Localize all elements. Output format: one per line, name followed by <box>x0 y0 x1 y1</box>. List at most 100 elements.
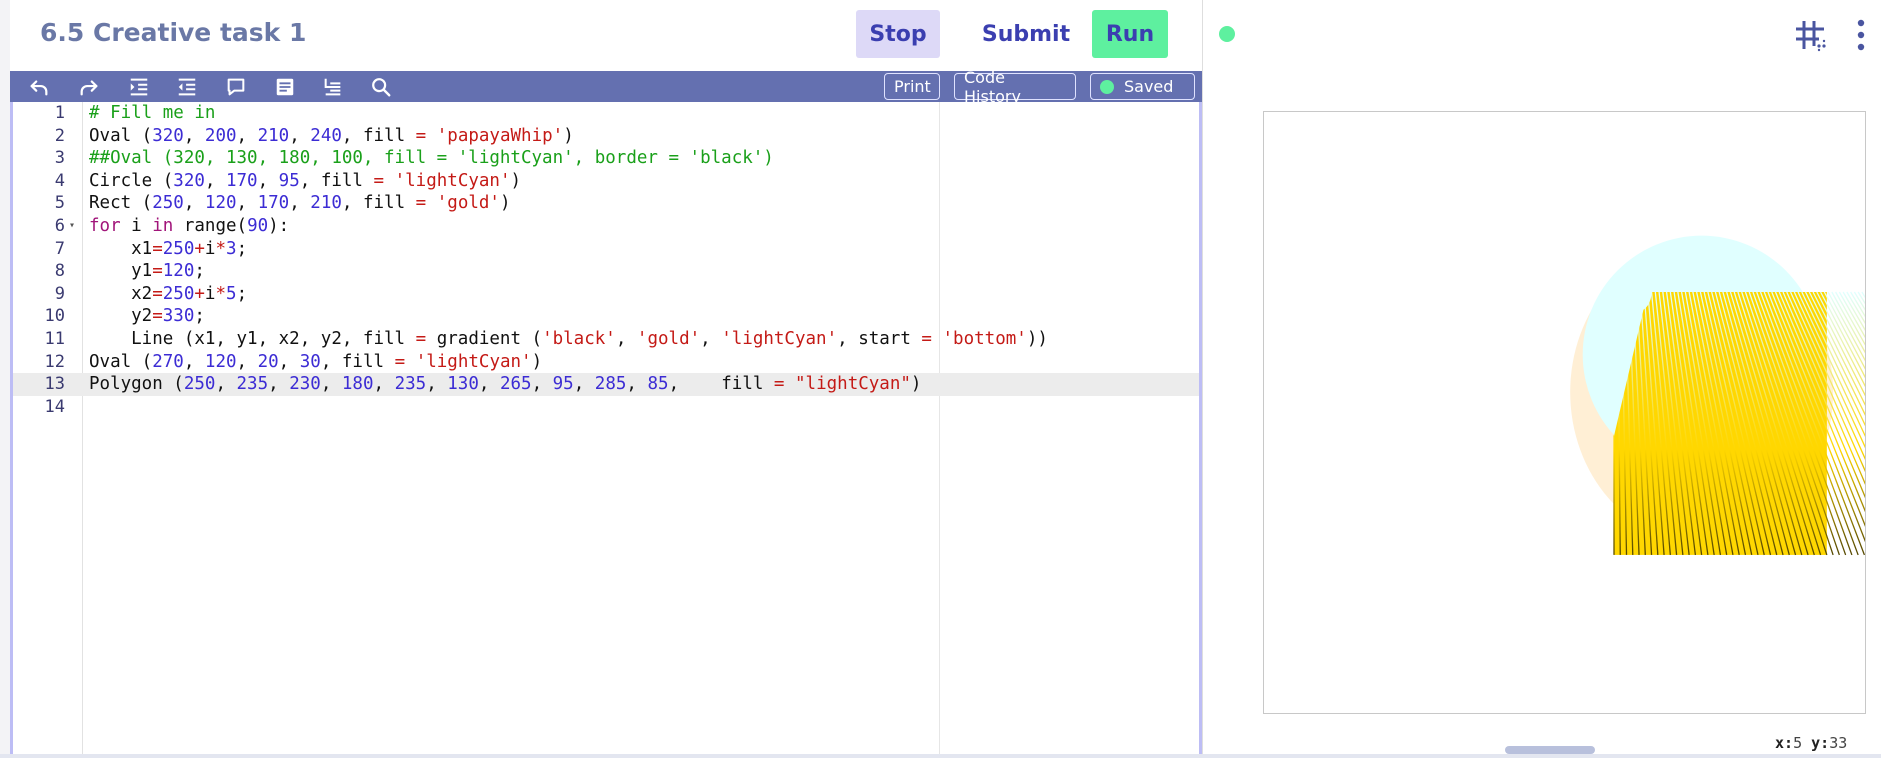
code-line[interactable]: 11 Line (x1, y1, x2, y2, fill = gradient… <box>45 328 1199 351</box>
code-token: = <box>921 328 932 349</box>
code-history-button[interactable]: Code History <box>954 68 1076 106</box>
code-token: # Fill me in <box>89 103 216 123</box>
code-token: 170 <box>257 193 290 214</box>
code-token: i <box>120 215 153 236</box>
code-token: x2 <box>89 283 153 304</box>
code-line[interactable]: 5 Rect (250, 120, 170, 210, fill = 'gold'… <box>55 192 1199 215</box>
submit-button[interactable]: Submit <box>968 10 1084 58</box>
code-token: = <box>373 170 385 191</box>
horizontal-scrollbar[interactable] <box>1505 746 1595 754</box>
code-text: y2=330; <box>83 306 205 326</box>
line-number: 13 <box>44 374 65 395</box>
code-token: 285 <box>594 374 627 395</box>
code-token: , <box>426 374 448 395</box>
code-editor[interactable]: 1 # Fill me in 2 Oval (320, 200, 210, 240, … <box>10 102 1202 758</box>
code-line[interactable]: 4 Circle (320, 170, 95, fill = 'lightCyan… <box>55 170 1199 193</box>
code-line[interactable]: 1 # Fill me in <box>55 102 1199 125</box>
code-token: y2 <box>89 306 153 327</box>
code-token: Oval ( <box>89 125 153 146</box>
format-icon[interactable] <box>320 75 346 99</box>
code-token: 270 <box>152 351 184 372</box>
redo-icon[interactable] <box>76 75 102 99</box>
code-token: 120 <box>204 351 237 372</box>
code-text: Circle (320, 170, 95, fill = 'lightCyan'… <box>83 171 521 191</box>
code-token: 'gold' <box>436 193 500 214</box>
code-text: x1=250+i*3; <box>83 239 247 259</box>
indent-icon[interactable] <box>126 75 152 99</box>
code-token: + <box>194 238 205 259</box>
more-options-icon[interactable] <box>1853 18 1869 52</box>
code-token: , <box>320 374 342 395</box>
code-token: = <box>415 125 427 146</box>
code-line[interactable]: 10 y2=330; <box>45 305 1199 328</box>
code-token: = <box>394 351 406 372</box>
page-title: 6.5 Creative task 1 <box>40 18 307 47</box>
code-line[interactable]: 13 Polygon (250, 235, 230, 180, 235, 130,… <box>13 373 1199 396</box>
code-text: Oval (320, 200, 210, 240, fill = 'papaya… <box>83 126 574 146</box>
editor-toolbar: Print Code History Saved <box>10 68 1202 106</box>
code-token: ): <box>268 215 290 236</box>
grid-icon[interactable] <box>1793 18 1827 52</box>
outdent-icon[interactable] <box>174 75 200 99</box>
block-comment-icon[interactable] <box>272 75 298 99</box>
code-token: ) <box>510 170 522 191</box>
code-token: , <box>204 170 226 191</box>
code-line[interactable]: 12 Oval (270, 120, 20, 30, fill = 'lightC… <box>45 351 1199 374</box>
coords-x-value: 5 <box>1793 734 1803 752</box>
code-line[interactable]: 2 Oval (320, 200, 210, 240, fill = 'papay… <box>55 125 1199 148</box>
stop-button[interactable]: Stop <box>856 10 940 58</box>
saved-indicator[interactable]: Saved <box>1090 73 1195 100</box>
code-token: ) <box>910 374 922 395</box>
saved-status-dot <box>1100 79 1114 94</box>
code-token: range( <box>183 215 248 236</box>
code-token: = <box>152 261 163 282</box>
line-number: 5 <box>54 193 65 214</box>
run-button[interactable]: Run <box>1092 10 1168 58</box>
fold-toggle-icon[interactable]: ▾ <box>69 215 75 238</box>
code-token: Rect ( <box>89 193 153 214</box>
header: 6.5 Creative task 1 Stop Submit Run <box>10 0 1202 70</box>
code-token: 95 <box>552 374 574 395</box>
code-token: ) <box>499 193 511 214</box>
code-line[interactable]: 3 ##Oval (320, 130, 180, 100, fill = 'lig… <box>55 147 1199 170</box>
code-token: , <box>215 374 237 395</box>
search-icon[interactable] <box>368 75 394 99</box>
code-token: 250 <box>183 374 216 395</box>
print-label: Print <box>894 77 931 96</box>
code-line[interactable]: 9 x2=250+i*5; <box>55 283 1199 306</box>
code-text: ##Oval (320, 130, 180, 100, fill = 'ligh… <box>83 148 774 168</box>
code-token: ; <box>236 283 248 304</box>
code-token: , <box>183 193 205 214</box>
code-text: # Fill me in <box>83 103 215 123</box>
code-token: = <box>152 283 163 304</box>
canvas-drawing <box>1570 235 1865 556</box>
code-history-label: Code History <box>964 67 1021 106</box>
code-token: 3 <box>226 238 237 259</box>
code-line[interactable]: 8 y1=120; <box>55 260 1199 283</box>
code-line[interactable]: 6 ▾ for i in range(90): <box>55 215 1199 238</box>
line-number: 2 <box>54 125 65 146</box>
code-token: ; <box>194 261 205 282</box>
output-canvas[interactable] <box>1263 111 1866 714</box>
code-token: , <box>373 374 395 395</box>
undo-icon[interactable] <box>26 75 52 99</box>
code-token: ; <box>236 238 248 259</box>
code-line[interactable]: 7 x1=250+i*3; <box>55 238 1199 261</box>
code-lines[interactable]: 1 # Fill me in 2 Oval (320, 200, 210, 240, … <box>13 102 1199 419</box>
comment-icon[interactable] <box>223 75 249 99</box>
code-text: Line (x1, y1, x2, y2, fill = gradient ('… <box>83 329 1048 349</box>
code-token: , <box>626 374 648 395</box>
code-text: Oval (270, 120, 20, 30, fill = 'lightCya… <box>83 352 542 372</box>
code-token: ; <box>194 306 205 327</box>
code-line[interactable]: 14 <box>45 396 1199 419</box>
line-number: 14 <box>44 396 65 417</box>
code-token: , fill <box>320 351 395 372</box>
code-token: 30 <box>299 351 321 372</box>
code-token: , <box>183 125 205 146</box>
print-button[interactable]: Print <box>884 73 940 100</box>
code-token: , fill <box>668 374 774 395</box>
coords-x-label: x: <box>1775 734 1794 752</box>
line-number: 3 <box>54 148 65 169</box>
code-token: 235 <box>236 374 269 395</box>
